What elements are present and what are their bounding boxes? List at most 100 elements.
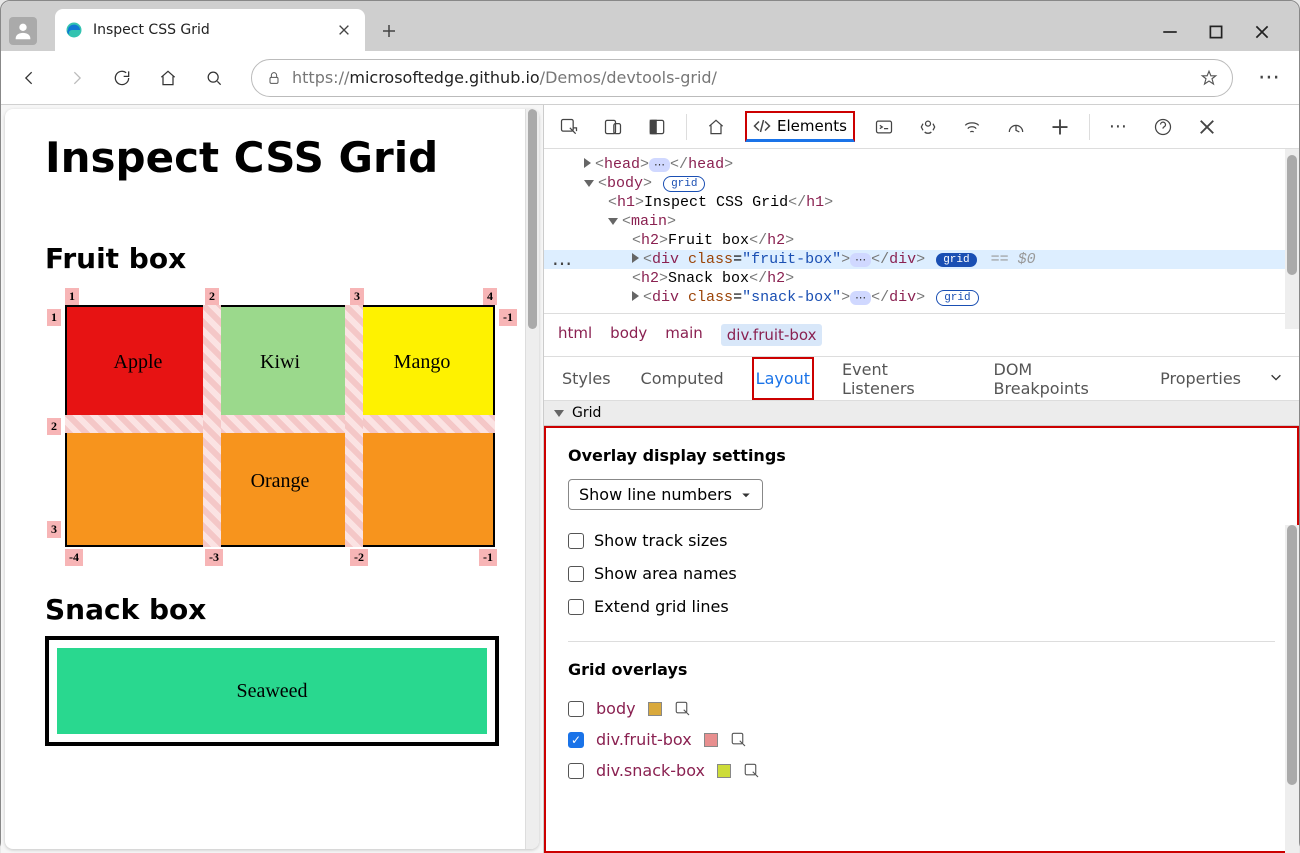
network-icon[interactable] bbox=[957, 112, 987, 142]
grid-label: -1 bbox=[499, 309, 517, 326]
grid-section-header[interactable]: Grid bbox=[544, 401, 1299, 426]
checkbox-label: Extend grid lines bbox=[594, 597, 729, 616]
layout-panel: Overlay display settings Show line numbe… bbox=[544, 426, 1299, 853]
devtools-pane: Elements ⋯ <head>⋯</head> <body> grid <h… bbox=[543, 105, 1299, 853]
close-window-button[interactable] bbox=[1253, 23, 1271, 41]
url-text: https://microsoftedge.github.io/Demos/de… bbox=[292, 68, 717, 87]
browser-tab[interactable]: Inspect CSS Grid bbox=[55, 9, 365, 51]
line-numbers-select[interactable]: Show line numbers bbox=[568, 479, 763, 510]
performance-icon[interactable] bbox=[1001, 112, 1031, 142]
fruit-grid-overlay: Apple Kiwi Mango Orange 1 2 3 4 1 2 3 bbox=[45, 285, 499, 575]
overlay-settings-heading: Overlay display settings bbox=[568, 446, 1275, 465]
inspect-element-icon[interactable] bbox=[554, 112, 584, 142]
color-swatch[interactable] bbox=[717, 764, 731, 778]
dom-tree[interactable]: <head>⋯</head> <body> grid <h1>Inspect C… bbox=[544, 149, 1299, 313]
tab-elements-label: Elements bbox=[777, 117, 847, 135]
reveal-icon[interactable] bbox=[743, 762, 761, 780]
search-button[interactable] bbox=[197, 61, 231, 95]
grid-label: -3 bbox=[205, 549, 223, 566]
tab-title: Inspect CSS Grid bbox=[93, 22, 327, 38]
color-swatch[interactable] bbox=[704, 733, 718, 747]
breadcrumb-item[interactable]: main bbox=[665, 324, 702, 346]
welcome-icon[interactable] bbox=[701, 112, 731, 142]
layout-scrollbar[interactable] bbox=[1285, 525, 1299, 853]
device-toggle-icon[interactable] bbox=[598, 112, 628, 142]
sources-icon[interactable] bbox=[913, 112, 943, 142]
tree-scrollbar[interactable] bbox=[1285, 149, 1299, 329]
cell-orange: Orange bbox=[67, 417, 493, 545]
page-title: Inspect CSS Grid bbox=[45, 133, 499, 182]
grid-label: 3 bbox=[350, 288, 364, 305]
forward-button bbox=[59, 61, 93, 95]
page-content-pane: Inspect CSS Grid Fruit box Apple Kiwi Ma… bbox=[5, 109, 539, 849]
new-tab-button[interactable] bbox=[373, 15, 405, 47]
subtab-event-listeners[interactable]: Event Listeners bbox=[840, 350, 965, 408]
favorite-icon[interactable] bbox=[1200, 69, 1218, 87]
devtools-toolbar: Elements ⋯ bbox=[544, 105, 1299, 149]
checkbox-label: Show area names bbox=[594, 564, 737, 583]
grid-section-title: Grid bbox=[572, 405, 601, 421]
fruit-heading: Fruit box bbox=[45, 242, 499, 275]
overlay-name: body bbox=[596, 699, 636, 718]
close-tab-icon[interactable] bbox=[337, 23, 351, 37]
select-label: Show line numbers bbox=[579, 485, 732, 504]
console-icon[interactable] bbox=[869, 112, 899, 142]
snack-grid: Seaweed bbox=[45, 636, 499, 746]
minimize-button[interactable] bbox=[1161, 23, 1179, 41]
cell-kiwi: Kiwi bbox=[209, 307, 351, 417]
grid-label: -2 bbox=[350, 549, 368, 566]
home-button[interactable] bbox=[151, 61, 185, 95]
grid-label: 4 bbox=[483, 288, 497, 305]
overlay-checkbox-snack-box[interactable] bbox=[568, 763, 584, 779]
profile-icon[interactable] bbox=[9, 17, 37, 45]
snack-heading: Snack box bbox=[45, 593, 499, 626]
styles-subtabs: Styles Computed Layout Event Listeners D… bbox=[544, 357, 1299, 401]
back-button[interactable] bbox=[13, 61, 47, 95]
subtab-layout[interactable]: Layout bbox=[752, 357, 814, 400]
cell-mango: Mango bbox=[351, 307, 493, 417]
refresh-button[interactable] bbox=[105, 61, 139, 95]
cell-apple: Apple bbox=[67, 307, 209, 417]
address-bar[interactable]: https://microsoftedge.github.io/Demos/de… bbox=[251, 59, 1233, 97]
browser-toolbar: https://microsoftedge.github.io/Demos/de… bbox=[1, 51, 1299, 105]
dock-icon[interactable] bbox=[642, 112, 672, 142]
checkbox-label: Show track sizes bbox=[594, 531, 727, 550]
selected-dom-node[interactable]: <div class="fruit-box">⋯</div> grid== $0 bbox=[544, 250, 1299, 269]
app-menu-button[interactable]: ⋯ bbox=[1253, 61, 1287, 95]
overlay-checkbox-body[interactable] bbox=[568, 701, 584, 717]
more-tabs-button[interactable] bbox=[1045, 112, 1075, 142]
cell-seaweed: Seaweed bbox=[57, 648, 487, 734]
breadcrumb-item[interactable]: body bbox=[610, 324, 647, 346]
overlay-checkbox-fruit-box[interactable] bbox=[568, 732, 584, 748]
color-swatch[interactable] bbox=[648, 702, 662, 716]
code-icon bbox=[753, 117, 771, 135]
subtab-computed[interactable]: Computed bbox=[639, 359, 726, 398]
reveal-icon[interactable] bbox=[730, 731, 748, 749]
grid-label: -1 bbox=[479, 549, 497, 566]
devtools-menu-button[interactable]: ⋯ bbox=[1104, 112, 1134, 142]
tab-elements[interactable]: Elements bbox=[745, 111, 855, 142]
lock-icon bbox=[266, 70, 282, 86]
grid-label: 1 bbox=[47, 309, 61, 326]
grid-label: 2 bbox=[47, 418, 61, 435]
breadcrumb-item[interactable]: html bbox=[558, 324, 592, 346]
subtab-styles[interactable]: Styles bbox=[560, 359, 613, 398]
subtab-properties[interactable]: Properties bbox=[1158, 359, 1243, 398]
checkbox-area-names[interactable] bbox=[568, 566, 584, 582]
help-icon[interactable] bbox=[1148, 112, 1178, 142]
chevron-down-icon[interactable] bbox=[1269, 369, 1283, 388]
page-scrollbar[interactable] bbox=[525, 109, 539, 849]
checkbox-track-sizes[interactable] bbox=[568, 533, 584, 549]
grid-label: 3 bbox=[47, 521, 61, 538]
grid-label: 1 bbox=[65, 288, 79, 305]
checkbox-extend-lines[interactable] bbox=[568, 599, 584, 615]
overlay-name: div.snack-box bbox=[596, 761, 705, 780]
close-devtools-button[interactable] bbox=[1192, 112, 1222, 142]
grid-label: 2 bbox=[205, 288, 219, 305]
chevron-down-icon bbox=[740, 489, 752, 501]
maximize-button[interactable] bbox=[1207, 23, 1225, 41]
reveal-icon[interactable] bbox=[674, 700, 692, 718]
breadcrumb-item-selected[interactable]: div.fruit-box bbox=[721, 324, 823, 346]
subtab-dom-breakpoints[interactable]: DOM Breakpoints bbox=[992, 350, 1133, 408]
grid-label: -4 bbox=[65, 549, 83, 566]
